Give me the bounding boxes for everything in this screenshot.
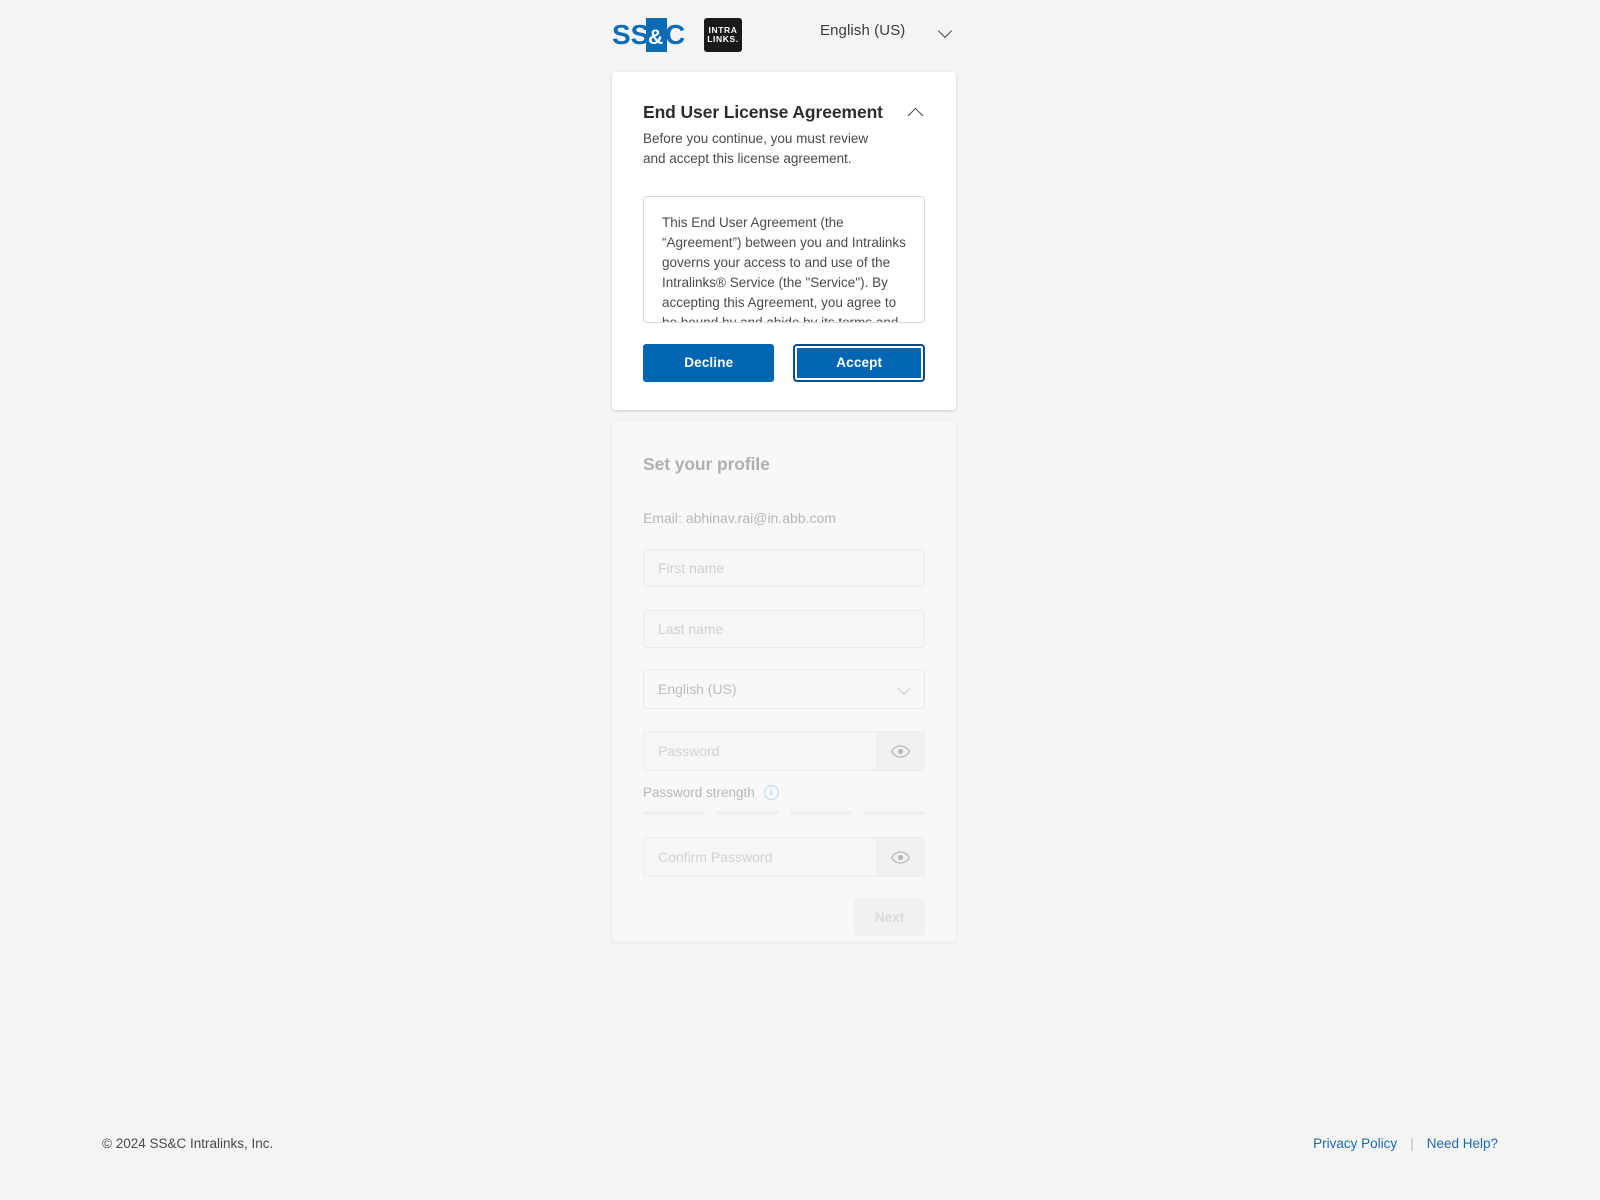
confirm-password-field bbox=[643, 837, 925, 877]
next-button-row: Next bbox=[643, 898, 925, 936]
accept-button-focus-ring[interactable]: Accept bbox=[793, 343, 925, 382]
eula-header: End User License Agreement bbox=[643, 102, 925, 124]
header-language-label: English (US) bbox=[820, 22, 906, 39]
need-help-link[interactable]: Need Help? bbox=[1427, 1136, 1498, 1151]
last-name-input[interactable] bbox=[643, 610, 925, 648]
chevron-down-icon bbox=[898, 682, 912, 696]
info-icon[interactable]: i bbox=[763, 785, 779, 800]
password-strength-bar bbox=[643, 811, 706, 815]
profile-language-value: English (US) bbox=[658, 681, 737, 697]
first-name-input[interactable] bbox=[643, 549, 925, 587]
page-title: Set your profile bbox=[643, 454, 770, 474]
profile-language-select[interactable]: English (US) bbox=[643, 669, 925, 709]
eula-text-scrollbox[interactable]: This End User Agreement (the “Agreement”… bbox=[643, 195, 925, 323]
password-strength-bar bbox=[862, 811, 925, 815]
eye-icon bbox=[891, 850, 910, 864]
footer-links: Privacy Policy | Need Help? bbox=[1313, 1136, 1498, 1151]
first-name-field bbox=[643, 549, 925, 587]
eula-subtitle: Before you continue, you must review and… bbox=[643, 130, 869, 167]
password-strength-bar bbox=[789, 811, 852, 815]
brand-logo-group: SS & C INTRA LINKS. bbox=[612, 18, 742, 52]
chevron-down-icon bbox=[939, 24, 953, 38]
password-strength-bar bbox=[716, 811, 779, 815]
password-visibility-toggle[interactable] bbox=[876, 732, 924, 770]
svg-text:SS: SS bbox=[612, 19, 649, 50]
profile-email-line: Email: abhinav.rai@in.abb.com bbox=[643, 510, 836, 526]
intralinks-logo: INTRA LINKS. bbox=[704, 18, 742, 52]
password-strength-row: Password strength i bbox=[643, 785, 925, 800]
intralinks-logo-line2: LINKS. bbox=[707, 34, 739, 44]
password-field bbox=[643, 731, 925, 771]
accept-button[interactable]: Accept bbox=[797, 347, 921, 378]
eula-body-text: This End User Agreement (the “Agreement”… bbox=[662, 214, 906, 323]
eye-icon bbox=[891, 744, 910, 758]
privacy-policy-link[interactable]: Privacy Policy bbox=[1313, 1136, 1397, 1151]
set-profile-card: Set your profile Email: abhinav.rai@in.a… bbox=[612, 422, 956, 942]
eula-title: End User License Agreement bbox=[643, 102, 883, 122]
header-language-selector[interactable]: English (US) bbox=[820, 22, 953, 39]
svg-text:C: C bbox=[665, 19, 685, 50]
password-input[interactable] bbox=[644, 732, 876, 770]
copyright-text: © 2024 SS&C Intralinks, Inc. bbox=[102, 1136, 274, 1151]
last-name-field bbox=[643, 610, 925, 648]
page-header: SS & C INTRA LINKS. English (US) bbox=[0, 0, 1600, 72]
footer-separator: | bbox=[1410, 1136, 1414, 1151]
confirm-password-input[interactable] bbox=[644, 838, 876, 876]
chevron-up-icon[interactable] bbox=[907, 104, 925, 122]
confirm-password-visibility-toggle[interactable] bbox=[876, 838, 924, 876]
password-strength-label: Password strength bbox=[643, 785, 755, 800]
password-strength-meter bbox=[643, 811, 925, 815]
eula-action-row: Decline Accept bbox=[643, 343, 925, 382]
page-footer: © 2024 SS&C Intralinks, Inc. Privacy Pol… bbox=[0, 1126, 1600, 1166]
decline-button[interactable]: Decline bbox=[643, 343, 775, 382]
eula-card: End User License Agreement Before you co… bbox=[612, 72, 956, 410]
next-button[interactable]: Next bbox=[854, 898, 925, 936]
ssc-logo: SS & C bbox=[612, 18, 688, 52]
svg-text:&: & bbox=[648, 26, 663, 49]
